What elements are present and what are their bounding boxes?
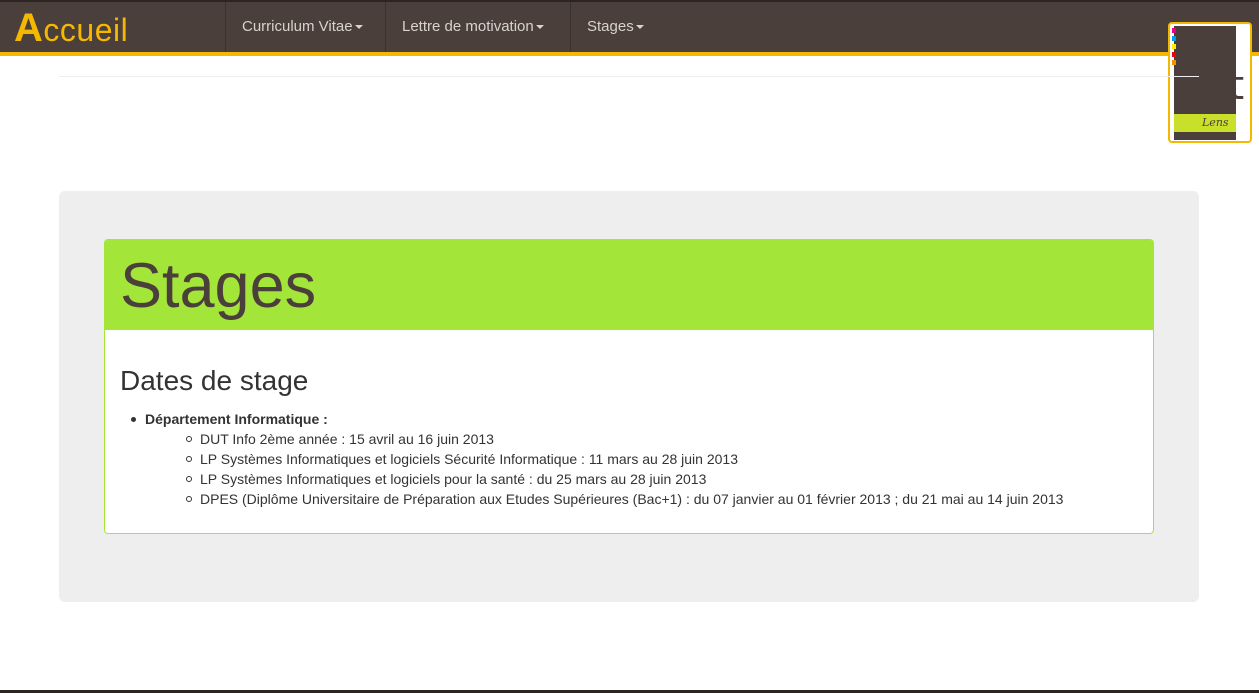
nav-curriculum-vitae-label: Curriculum Vitae [242,18,353,35]
circle-bullet-icon [186,476,192,482]
nav-lettre-label: Lettre de motivation [402,18,534,35]
top-navbar: Accueil Curriculum Vitae Lettre de motiv… [0,0,1259,56]
department-label: Département Informatique : [145,411,328,427]
header-divider [59,76,1199,77]
list-item-text: LP Systèmes Informatiques et logiciels S… [200,451,738,467]
caret-down-icon [535,25,544,30]
logo-color-strip [1172,28,1176,33]
nav-lettre-de-motivation[interactable]: Lettre de motivation [385,2,560,52]
logo-color-strip [1172,36,1176,41]
circle-bullet-icon [186,456,192,462]
list-item-text: DPES (Diplôme Universitaire de Préparati… [200,491,1064,507]
list-item: DPES (Diplôme Universitaire de Préparati… [186,490,1064,508]
logo-color-strip [1172,52,1176,57]
logo-color-strip [1172,44,1176,49]
content-jumbotron: Stages Dates de stage Département Inform… [59,191,1199,602]
iut-lens-logo[interactable]: iut Lens [1168,22,1252,143]
circle-bullet-icon [186,436,192,442]
brand-initial: A [14,6,44,50]
logo-text: iut [1194,63,1244,109]
list-item-text: LP Systèmes Informatiques et logiciels p… [200,471,707,487]
list-item: LP Systèmes Informatiques et logiciels S… [186,450,738,468]
caret-down-icon [635,25,644,30]
stages-panel: Stages Dates de stage Département Inform… [104,239,1154,534]
brand-rest: ccueil [43,12,129,48]
page-title: Stages [120,251,317,321]
list-item: LP Systèmes Informatiques et logiciels p… [186,470,707,488]
brand-home-link[interactable]: Accueil [14,4,128,52]
logo-subtext: Lens [1202,116,1229,129]
logo-color-strip [1172,60,1176,65]
caret-down-icon [354,25,363,30]
circle-bullet-icon [186,496,192,502]
department-item: Département Informatique : [131,410,328,428]
nav-stages-label: Stages [587,18,634,35]
nav-stages[interactable]: Stages [570,2,660,52]
panel-heading: Stages [105,240,1153,330]
list-item-text: DUT Info 2ème année : 15 avril au 16 jui… [200,431,494,447]
list-item: DUT Info 2ème année : 15 avril au 16 jui… [186,430,494,448]
bullet-icon [131,417,136,422]
nav-curriculum-vitae[interactable]: Curriculum Vitae [225,2,379,52]
section-title: Dates de stage [120,365,309,396]
